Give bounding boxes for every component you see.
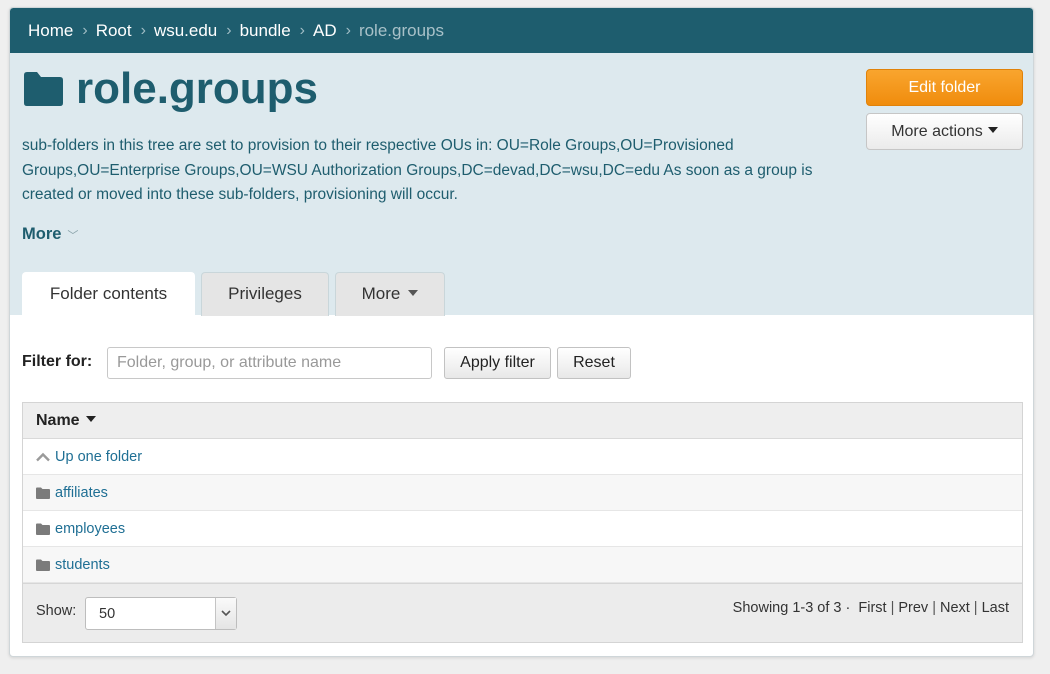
- chevron-right-icon: ›: [82, 21, 88, 39]
- chevron-up-icon: [36, 452, 50, 461]
- folder-icon: [36, 523, 50, 535]
- tab-more-label: More: [361, 284, 401, 303]
- first-page-link[interactable]: First: [858, 600, 886, 616]
- folder-icon: [24, 72, 63, 106]
- caret-down-icon: [987, 127, 998, 134]
- next-page-link[interactable]: Next: [940, 600, 970, 616]
- more-actions-label: More actions: [891, 123, 983, 140]
- chevron-down-icon: [215, 598, 236, 629]
- breadcrumb: Home › Root › wsu.edu › bundle › AD › ro…: [10, 8, 1033, 53]
- more-actions-button[interactable]: More actions: [866, 113, 1023, 150]
- breadcrumb-current: role.groups: [358, 20, 444, 40]
- name-column-header[interactable]: Name: [23, 403, 1022, 439]
- page-size-value: 50: [99, 606, 116, 622]
- table-row: Up one folder: [23, 439, 1022, 475]
- sort-caret-icon: [85, 416, 96, 423]
- caret-down-icon: [408, 290, 419, 297]
- chevron-right-icon: ›: [345, 21, 351, 39]
- folder-icon: [36, 559, 50, 571]
- chevron-right-icon: ›: [140, 21, 146, 39]
- show-label: Show:: [36, 603, 77, 619]
- chevron-right-icon: ›: [226, 21, 232, 39]
- table-footer: Show: 50 Showing 1-3 of 3 · First | Prev | N…: [23, 583, 1022, 642]
- chevron-down-icon: ﹀: [67, 229, 79, 242]
- main-card: Home › Root › wsu.edu › bundle › AD › ro…: [9, 7, 1034, 657]
- filter-label: Filter for:: [22, 353, 93, 370]
- breadcrumb-home[interactable]: Home: [28, 21, 73, 41]
- last-page-link[interactable]: Last: [982, 600, 1009, 616]
- pagination-summary: Showing 1-3 of 3 ·: [732, 600, 851, 616]
- table-row: students: [23, 547, 1022, 583]
- page-size-select[interactable]: 50: [85, 597, 237, 630]
- pagination: Showing 1-3 of 3 · First | Prev | Next | Last: [733, 600, 1009, 616]
- breadcrumb-ad[interactable]: AD: [313, 21, 337, 41]
- table-row: employees: [23, 511, 1022, 547]
- folder-link-employees[interactable]: employees: [55, 521, 125, 537]
- breadcrumb-bundle[interactable]: bundle: [240, 21, 291, 41]
- reset-button[interactable]: Reset: [557, 347, 631, 379]
- breadcrumb-root[interactable]: Root: [96, 21, 132, 41]
- tab-privileges[interactable]: Privileges: [201, 272, 329, 316]
- table-row: affiliates: [23, 475, 1022, 511]
- filter-input[interactable]: [107, 347, 432, 379]
- separator: |: [890, 600, 895, 616]
- folder-link-affiliates[interactable]: affiliates: [55, 485, 108, 501]
- folder-link-students[interactable]: students: [55, 557, 110, 573]
- title-row: role.groups: [22, 67, 318, 111]
- folder-description: sub-folders in this tree are set to prov…: [22, 137, 813, 203]
- edit-folder-button[interactable]: Edit folder: [866, 69, 1023, 106]
- tab-more[interactable]: More: [335, 272, 445, 316]
- more-description-toggle[interactable]: More ﹀: [22, 225, 78, 244]
- folder-table: Name Up one folder affiliates employees …: [22, 402, 1023, 643]
- prev-page-link[interactable]: Prev: [898, 600, 928, 616]
- breadcrumb-wsu-edu[interactable]: wsu.edu: [154, 21, 217, 41]
- chevron-right-icon: ›: [299, 21, 305, 39]
- folder-icon: [36, 487, 50, 499]
- page-title: role.groups: [76, 64, 319, 113]
- tab-folder-contents[interactable]: Folder contents: [22, 272, 195, 316]
- apply-filter-button[interactable]: Apply filter: [444, 347, 551, 379]
- table-body: Up one folder affiliates employees stude…: [23, 439, 1022, 583]
- folder-header: role.groups sub-folders in this tree are…: [10, 53, 1033, 316]
- more-description-label: More: [22, 225, 62, 243]
- up-one-folder-link[interactable]: Up one folder: [55, 449, 142, 465]
- separator: |: [932, 600, 936, 616]
- name-column-label: Name: [36, 412, 80, 429]
- separator: |: [973, 600, 978, 616]
